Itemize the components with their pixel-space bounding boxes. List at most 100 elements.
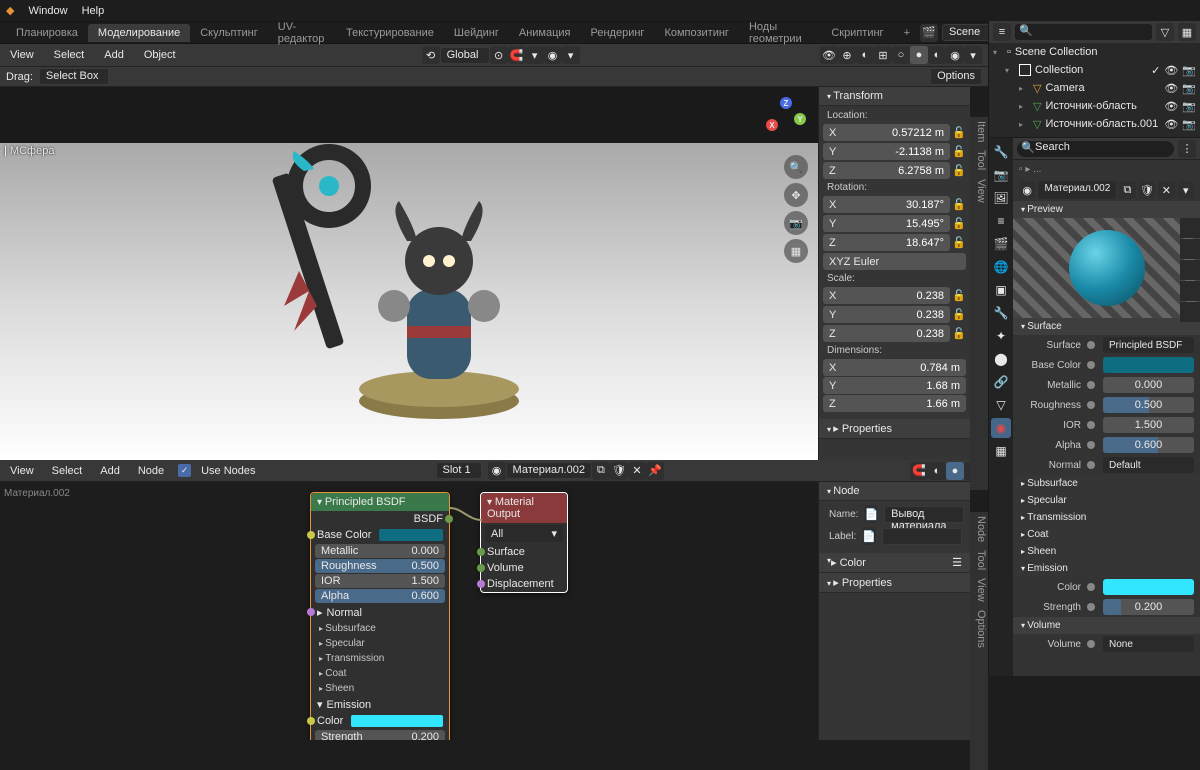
shade-wire-icon[interactable]: ○: [892, 46, 910, 64]
menu-help[interactable]: Help: [82, 5, 105, 17]
list-icon[interactable]: ☰: [952, 556, 962, 569]
ptab-data-icon[interactable]: ▽: [991, 395, 1011, 415]
outliner-search[interactable]: 🔍: [1015, 24, 1152, 40]
gizmo-z[interactable]: Z: [780, 97, 792, 109]
scale-z[interactable]: Z0.238: [823, 325, 950, 342]
node-mat-output[interactable]: ▾ Material Output All▾ Surface Volume Di…: [480, 492, 568, 593]
prop-opts-icon[interactable]: ⋮: [1178, 140, 1196, 158]
eye-icon[interactable]: 👁: [1164, 118, 1178, 131]
ws-add[interactable]: +: [894, 24, 920, 42]
ntab-tool[interactable]: Tool: [971, 550, 987, 570]
zoom-icon[interactable]: 🔍: [784, 155, 808, 179]
drag-mode[interactable]: Select Box: [39, 68, 109, 85]
ws-layout[interactable]: Планировка: [6, 24, 88, 42]
render-icon[interactable]: 📷: [1182, 118, 1196, 131]
outliner-mode-icon[interactable]: ≡: [993, 23, 1011, 41]
loc-y[interactable]: Y-2.1138 m: [823, 143, 950, 160]
out-bsdf[interactable]: BSDF: [311, 511, 449, 527]
scene-icon[interactable]: 🎬: [920, 24, 938, 42]
scale-x[interactable]: X0.238: [823, 287, 950, 304]
ne-node[interactable]: Node: [134, 463, 168, 479]
ntab-node[interactable]: Node: [971, 516, 987, 542]
loc-z[interactable]: Z6.2758 m: [823, 162, 950, 179]
eye-icon[interactable]: 👁: [1164, 100, 1178, 113]
node-name-field[interactable]: Вывод материала: [884, 506, 964, 523]
ntab-view[interactable]: View: [971, 578, 987, 602]
scale-y[interactable]: Y0.238: [823, 306, 950, 323]
rot-y[interactable]: Y15.495°: [823, 215, 950, 232]
mat-del-icon[interactable]: ✕: [1158, 181, 1174, 199]
lock-icon[interactable]: 🔓: [952, 236, 966, 249]
mat-menu-icon[interactable]: ▾: [1178, 181, 1194, 199]
eye-icon[interactable]: 👁: [1164, 82, 1178, 95]
surface-header[interactable]: Surface: [1013, 318, 1200, 335]
v3d-view[interactable]: View: [6, 47, 38, 63]
ptab-object-icon[interactable]: ▣: [991, 280, 1011, 300]
ptab-particle-icon[interactable]: ✦: [991, 326, 1011, 346]
node-panel-header[interactable]: Node: [819, 482, 970, 501]
surface-shader[interactable]: Principled BSDF: [1103, 337, 1194, 353]
nav-gizmo[interactable]: Z X Y: [764, 97, 808, 141]
link-dot-icon[interactable]: [1087, 441, 1095, 449]
move-view-icon[interactable]: ✥: [784, 183, 808, 207]
link-dot-icon[interactable]: [1087, 381, 1095, 389]
v3d-select[interactable]: Select: [50, 47, 89, 63]
mat-browse-icon[interactable]: ◉: [1019, 181, 1035, 199]
ntab-options[interactable]: Options: [971, 610, 987, 648]
em-color[interactable]: [1103, 579, 1194, 595]
ws-texture[interactable]: Текстурирование: [336, 24, 444, 42]
check-icon[interactable]: ✓: [1151, 64, 1160, 77]
ptab-tool-icon[interactable]: 🔧: [991, 142, 1011, 162]
ws-script[interactable]: Скриптинг: [821, 24, 893, 42]
gizmo-x[interactable]: X: [766, 119, 778, 131]
section-header[interactable]: Subsurface: [1013, 475, 1200, 492]
node-subsection[interactable]: Subsurface: [311, 621, 449, 636]
visibility-icon[interactable]: 👁: [820, 46, 838, 64]
node-color-header[interactable]: ▸ Color☰: [819, 553, 970, 573]
mat-unlink-icon[interactable]: ✕: [628, 462, 646, 480]
new-coll-icon[interactable]: ▦: [1178, 23, 1196, 41]
rot-mode[interactable]: XYZ Euler: [823, 253, 966, 270]
render-icon[interactable]: 📷: [1182, 100, 1196, 113]
name-icon[interactable]: 📄: [864, 505, 878, 523]
link-dot-icon[interactable]: [1087, 341, 1095, 349]
mat-new-icon[interactable]: ⧉: [1119, 181, 1135, 199]
in-surface[interactable]: Surface: [481, 544, 567, 560]
material-name[interactable]: Материал.002: [1038, 181, 1116, 199]
n-properties-header[interactable]: ▸ Properties: [819, 419, 970, 439]
node-slider[interactable]: Alpha0.600: [315, 589, 445, 603]
lock-icon[interactable]: 🔓: [952, 217, 966, 230]
link-dot-icon[interactable]: [1087, 421, 1095, 429]
tree-item[interactable]: ▸▽Источник-область👁📷: [989, 97, 1200, 115]
color-swatch[interactable]: [1103, 357, 1194, 373]
node-subsection[interactable]: Sheen: [311, 681, 449, 696]
in-basecolor[interactable]: Base Color: [311, 527, 449, 543]
num-slider[interactable]: 0.500: [1103, 397, 1194, 413]
transform-header[interactable]: Transform: [819, 87, 970, 106]
mat-fake-icon[interactable]: 🛡: [1139, 181, 1155, 199]
emission-header[interactable]: ▾ Emission: [311, 696, 449, 713]
orientation-icon[interactable]: ⟲: [422, 46, 440, 64]
section-header[interactable]: Sheen: [1013, 543, 1200, 560]
in-volume[interactable]: Volume: [481, 560, 567, 576]
ne-overlay-icon[interactable]: ◐: [928, 462, 946, 480]
ne-view[interactable]: View: [6, 463, 38, 479]
persp-toggle-icon[interactable]: ▦: [784, 239, 808, 263]
ws-comp[interactable]: Композитинг: [654, 24, 739, 42]
ws-geonodes[interactable]: Ноды геометрии: [739, 18, 821, 48]
in-em-color[interactable]: Color: [311, 713, 449, 729]
shade-solid-icon[interactable]: ●: [910, 46, 928, 64]
lock-icon[interactable]: 🔓: [952, 308, 966, 321]
loc-x[interactable]: X0.57212 m: [823, 124, 950, 141]
link-dot-icon[interactable]: [1087, 401, 1095, 409]
node-subsection[interactable]: Specular: [311, 636, 449, 651]
shade-matprev-icon[interactable]: ◐: [928, 46, 946, 64]
ntab-view[interactable]: View: [971, 179, 987, 203]
lock-icon[interactable]: 🔓: [952, 164, 966, 177]
pv-flat-icon[interactable]: [1180, 218, 1200, 238]
filter-icon[interactable]: ▽: [1156, 23, 1174, 41]
ptab-scene-icon[interactable]: 🎬: [991, 234, 1011, 254]
snap-mode-icon[interactable]: ▾: [526, 46, 544, 64]
ntab-tool[interactable]: Tool: [971, 150, 987, 170]
snap-icon[interactable]: 🧲: [508, 46, 526, 64]
